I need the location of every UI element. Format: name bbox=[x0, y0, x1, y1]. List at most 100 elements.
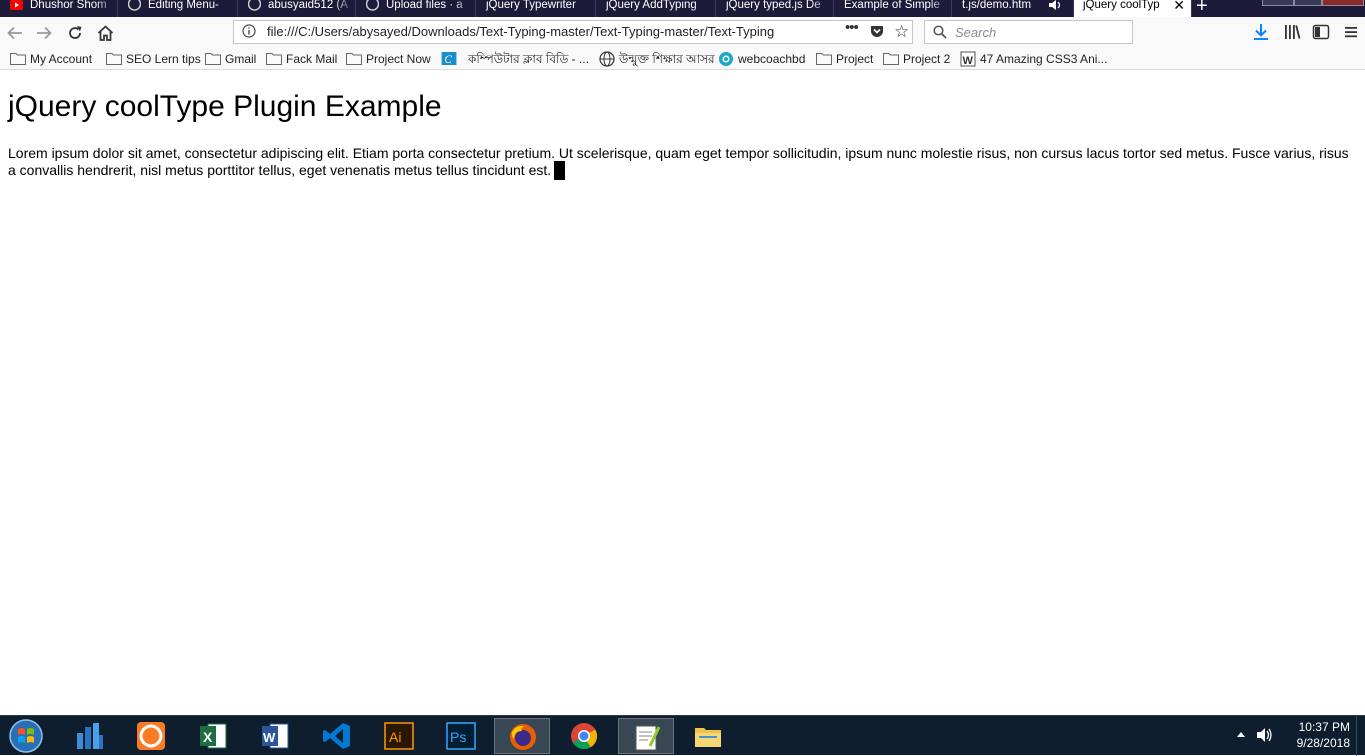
system-clock[interactable]: 10:37 PM 9/28/2018 bbox=[1282, 719, 1350, 751]
tab-close-button[interactable]: ✕ bbox=[1173, 0, 1185, 12]
url-bar[interactable]: file:///C:/Users/abysayed/Downloads/Text… bbox=[233, 19, 913, 44]
svg-text:X: X bbox=[203, 729, 213, 745]
show-hidden-icons-icon[interactable] bbox=[1236, 730, 1246, 738]
globe-icon bbox=[599, 51, 615, 67]
folder-icon bbox=[266, 53, 282, 65]
back-button[interactable] bbox=[4, 17, 26, 49]
firefox-icon bbox=[510, 724, 536, 750]
home-icon bbox=[97, 25, 113, 41]
notepad-plus-plus-icon bbox=[635, 725, 661, 751]
tab-jquery-addtyping[interactable]: jQuery AddTyping bbox=[596, 0, 716, 17]
search-input[interactable] bbox=[955, 21, 1125, 43]
page-actions-icon[interactable]: ••• bbox=[845, 19, 859, 36]
word-doc-icon: W bbox=[960, 51, 976, 67]
download-icon[interactable] bbox=[1252, 23, 1270, 41]
clock-time: 10:37 PM bbox=[1298, 720, 1350, 734]
folder-icon bbox=[10, 53, 26, 65]
svg-text:C: C bbox=[444, 54, 452, 65]
illustrator-icon: Ai bbox=[384, 722, 414, 750]
tab-tjs-demo[interactable]: t.js/demo.htm bbox=[952, 0, 1074, 17]
pocket-icon[interactable] bbox=[870, 25, 884, 38]
tab-strip: Dhushor Shom Editing Menu- abusyaid512 (… bbox=[0, 0, 1365, 17]
navigation-toolbar: file:///C:/Users/abysayed/Downloads/Text… bbox=[0, 17, 1365, 49]
folder-icon bbox=[205, 53, 221, 65]
tab-title: Example of Simple bbox=[844, 0, 940, 11]
info-icon[interactable] bbox=[242, 24, 256, 38]
tab-upload-files[interactable]: Upload files · a bbox=[356, 0, 476, 17]
svg-text:W: W bbox=[263, 730, 276, 745]
typed-paragraph: Lorem ipsum dolor sit amet, consectetur … bbox=[8, 145, 1358, 180]
tab-jquery-cooltype[interactable]: jQuery coolTyp ✕ bbox=[1074, 0, 1192, 17]
page-title: jQuery coolType Plugin Example bbox=[8, 90, 442, 123]
svg-text:Ps: Ps bbox=[450, 729, 466, 745]
taskbar-vscode[interactable] bbox=[309, 718, 365, 754]
clock-date: 9/28/2018 bbox=[1296, 736, 1350, 750]
taskbar-file-explorer[interactable] bbox=[680, 718, 736, 754]
tab-title: Upload files · a bbox=[386, 0, 463, 11]
folder-icon bbox=[883, 53, 899, 65]
tab-jquery-typewriter[interactable]: jQuery Typewriter bbox=[476, 0, 596, 17]
taskbar-photoshop[interactable]: Ps bbox=[433, 718, 489, 754]
file-explorer-icon bbox=[695, 728, 721, 747]
minimize-button[interactable] bbox=[1262, 0, 1294, 6]
new-tab-button[interactable]: + bbox=[1196, 0, 1208, 16]
vscode-icon bbox=[323, 723, 350, 749]
back-arrow-icon bbox=[7, 26, 22, 40]
youtube-icon bbox=[10, 0, 23, 10]
tab-editing-menu[interactable]: Editing Menu- bbox=[118, 0, 238, 17]
speaker-icon[interactable] bbox=[1048, 0, 1062, 11]
tab-title: jQuery Typewriter bbox=[486, 0, 576, 11]
reload-button[interactable] bbox=[64, 17, 86, 49]
reload-icon bbox=[69, 26, 82, 39]
search-bar[interactable] bbox=[924, 20, 1133, 44]
hamburger-menu-icon[interactable] bbox=[1342, 23, 1360, 41]
library-icon[interactable] bbox=[1283, 23, 1301, 41]
site-icon: C bbox=[441, 52, 457, 65]
tab-title: jQuery coolTyp bbox=[1083, 0, 1160, 11]
search-icon bbox=[933, 25, 947, 39]
taskbar-excel[interactable]: X bbox=[185, 718, 241, 754]
sidebar-icon[interactable] bbox=[1312, 23, 1330, 41]
taskbar-illustrator[interactable]: Ai bbox=[371, 718, 427, 754]
taskbar-chrome[interactable] bbox=[556, 718, 612, 754]
url-text[interactable]: file:///C:/Users/abysayed/Downloads/Text… bbox=[267, 21, 812, 43]
show-desktop-button[interactable] bbox=[1356, 716, 1365, 756]
tab-dhushor-shom[interactable]: Dhushor Shom bbox=[0, 0, 118, 17]
svg-text:Ai: Ai bbox=[389, 729, 401, 745]
word-icon: W bbox=[262, 723, 289, 749]
bookmark-star-icon[interactable]: ☆ bbox=[894, 22, 909, 42]
home-button[interactable] bbox=[94, 17, 116, 49]
folder-icon bbox=[346, 53, 362, 65]
xampp-icon bbox=[137, 722, 165, 750]
network-app-icon bbox=[77, 723, 103, 749]
github-icon bbox=[366, 0, 379, 11]
taskbar-word[interactable]: W bbox=[247, 718, 303, 754]
windows-taskbar: X W Ai Ps 10:37 PM 9/28/2018 bbox=[0, 715, 1365, 756]
taskbar-xampp[interactable] bbox=[123, 718, 179, 754]
tab-title: t.js/demo.htm bbox=[962, 0, 1032, 11]
forward-button[interactable] bbox=[33, 17, 55, 49]
tab-example-of-simple[interactable]: Example of Simple bbox=[834, 0, 952, 17]
maximize-button[interactable] bbox=[1294, 0, 1322, 6]
start-button-icon[interactable] bbox=[7, 718, 45, 754]
svg-text:W: W bbox=[963, 55, 974, 67]
taskbar-network-app[interactable] bbox=[62, 718, 118, 754]
taskbar-notepad-plus-plus[interactable] bbox=[618, 718, 674, 754]
tab-title: jQuery AddTyping bbox=[606, 0, 697, 11]
taskbar-firefox[interactable] bbox=[494, 718, 550, 754]
tab-jquery-typed[interactable]: jQuery typed.js De bbox=[716, 0, 834, 17]
folder-icon bbox=[106, 53, 122, 65]
forward-arrow-icon bbox=[37, 26, 52, 40]
github-icon bbox=[128, 0, 141, 11]
bookmarks-toolbar: My Account SEO Lern tips Gmail Fack Mail… bbox=[0, 49, 1365, 70]
tab-title: Editing Menu- bbox=[148, 0, 219, 11]
tab-title: jQuery typed.js De bbox=[726, 0, 821, 11]
paragraph-text: Lorem ipsum dolor sit amet, consectetur … bbox=[8, 145, 1349, 178]
excel-icon: X bbox=[200, 723, 227, 749]
webcoach-icon bbox=[719, 52, 733, 66]
volume-icon[interactable] bbox=[1256, 727, 1274, 743]
tab-abusyaid512[interactable]: abusyaid512 (A bbox=[238, 0, 356, 17]
typing-cursor bbox=[554, 161, 566, 180]
chrome-icon bbox=[571, 723, 598, 750]
close-window-button[interactable] bbox=[1322, 0, 1364, 6]
